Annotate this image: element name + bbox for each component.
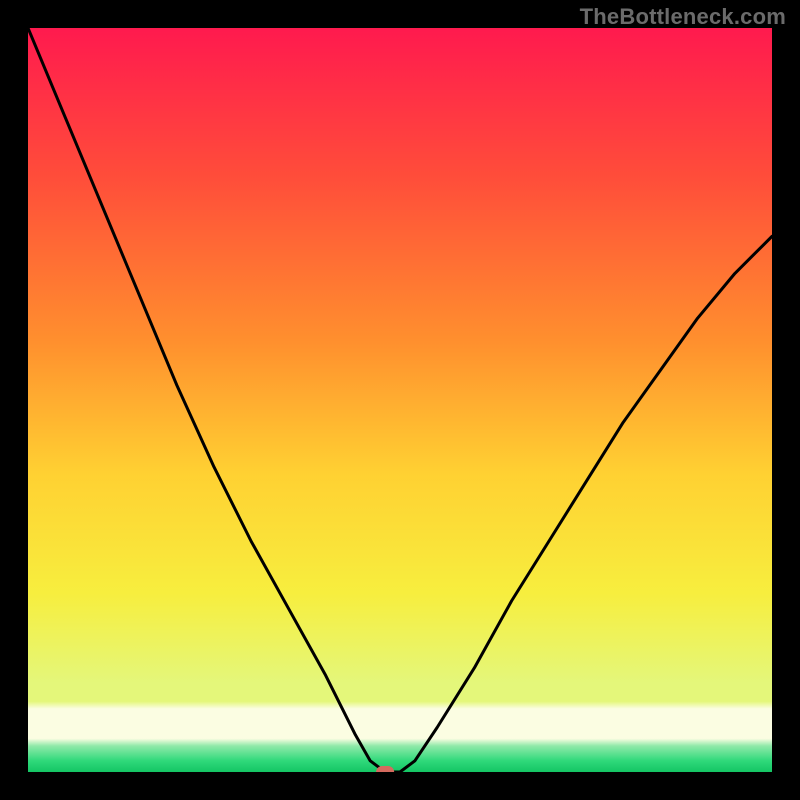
chart-container: TheBottleneck.com [0,0,800,800]
watermark-text: TheBottleneck.com [580,4,786,30]
chart-svg [28,28,772,772]
plot-area [28,28,772,772]
